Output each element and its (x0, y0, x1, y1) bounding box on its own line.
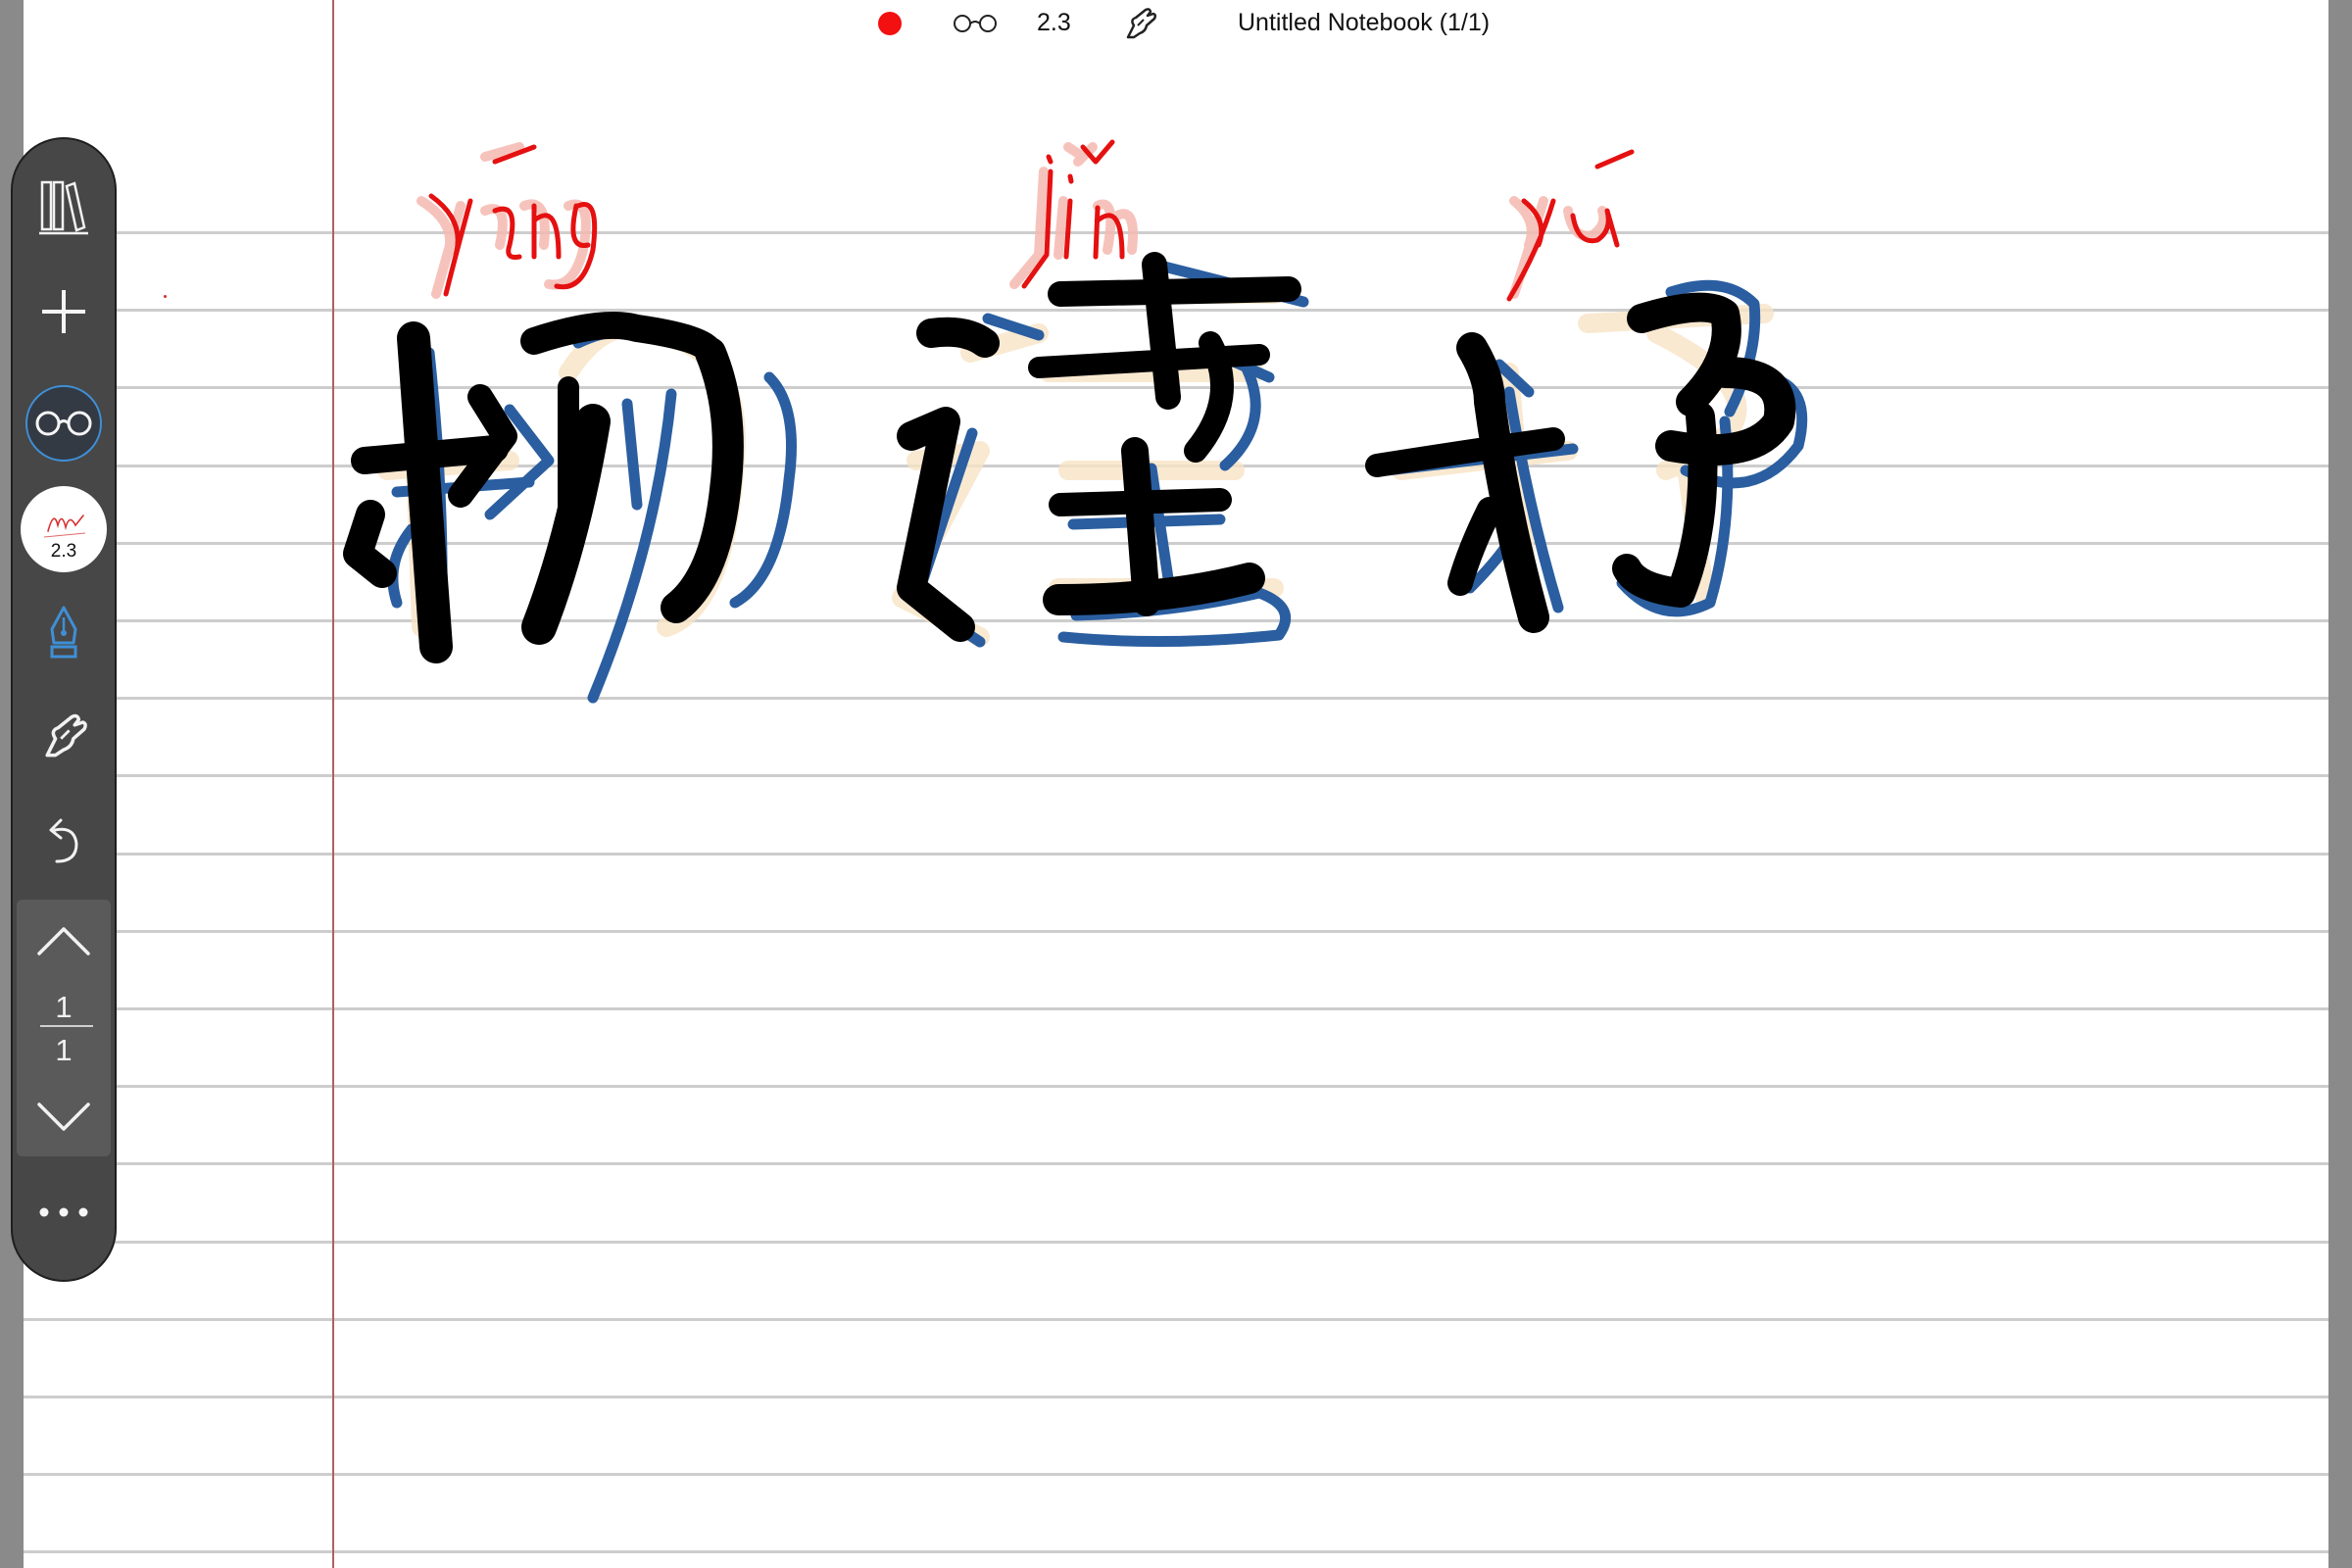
view-mode-button[interactable] (13, 384, 115, 463)
pen-size-readout[interactable]: 2.3 (1037, 9, 1071, 37)
chevron-down-icon (37, 1102, 90, 1131)
books-icon (39, 180, 88, 235)
ruled-line (24, 309, 2328, 312)
notebook-page[interactable] (24, 0, 2328, 1568)
plus-icon (42, 290, 85, 333)
ruled-line (24, 697, 2328, 700)
screen: 2.3 Untitled Notebook (1/1) 2.3 1 1 (0, 0, 2352, 1568)
ruled-lines (24, 0, 2328, 1568)
ruled-line (24, 386, 2328, 389)
ruled-line (24, 1085, 2328, 1088)
hand-tool-button[interactable] (13, 704, 115, 768)
hand-pointer-icon[interactable] (1120, 4, 1159, 43)
hand-pointer-icon (45, 713, 87, 758)
ruled-line (24, 1473, 2328, 1476)
library-button[interactable] (13, 176, 115, 237)
ruled-line (24, 1162, 2328, 1165)
ruled-line (24, 542, 2328, 545)
tool-sidebar: 2.3 1 1 (11, 137, 117, 1282)
undo-icon (49, 818, 78, 863)
ruled-line (24, 465, 2328, 467)
ruled-line (24, 1007, 2328, 1010)
ruled-line (24, 930, 2328, 933)
ruled-line (24, 774, 2328, 777)
page-current: 1 (55, 990, 73, 1024)
ruled-line (24, 1241, 2328, 1244)
ruled-line (24, 1396, 2328, 1398)
ruled-line (24, 231, 2328, 234)
notebook-title[interactable]: Untitled Notebook (1/1) (1238, 9, 1490, 37)
record-indicator[interactable] (878, 12, 902, 35)
pen-tool-button[interactable] (13, 602, 115, 666)
page-fraction-divider (40, 1025, 93, 1027)
ruled-line (24, 1550, 2328, 1553)
page-down-button[interactable] (13, 1092, 115, 1143)
glasses-icon (35, 411, 92, 436)
ruled-line (24, 853, 2328, 856)
pen-preset-button[interactable]: 2.3 (13, 484, 115, 574)
view-mode-circle (25, 385, 102, 462)
page-navigator: 1 1 (17, 900, 111, 1156)
pen-stroke-preview-icon (43, 514, 86, 538)
page-up-button[interactable] (13, 915, 115, 966)
undo-button[interactable] (13, 808, 115, 872)
glasses-icon[interactable] (953, 14, 998, 33)
stray-ink-dot (164, 295, 167, 298)
more-options-button[interactable] (13, 1190, 115, 1235)
ellipsis-icon (39, 1207, 88, 1217)
fountain-pen-icon (50, 606, 77, 659)
pen-preset-size: 2.3 (50, 541, 77, 562)
chevron-up-icon (37, 927, 90, 956)
margin-line (332, 0, 334, 1568)
ruled-line (24, 619, 2328, 622)
page-total: 1 (55, 1033, 73, 1067)
ruled-line (24, 1318, 2328, 1321)
add-page-button[interactable] (13, 282, 115, 341)
pen-preset-swatch: 2.3 (21, 486, 107, 572)
